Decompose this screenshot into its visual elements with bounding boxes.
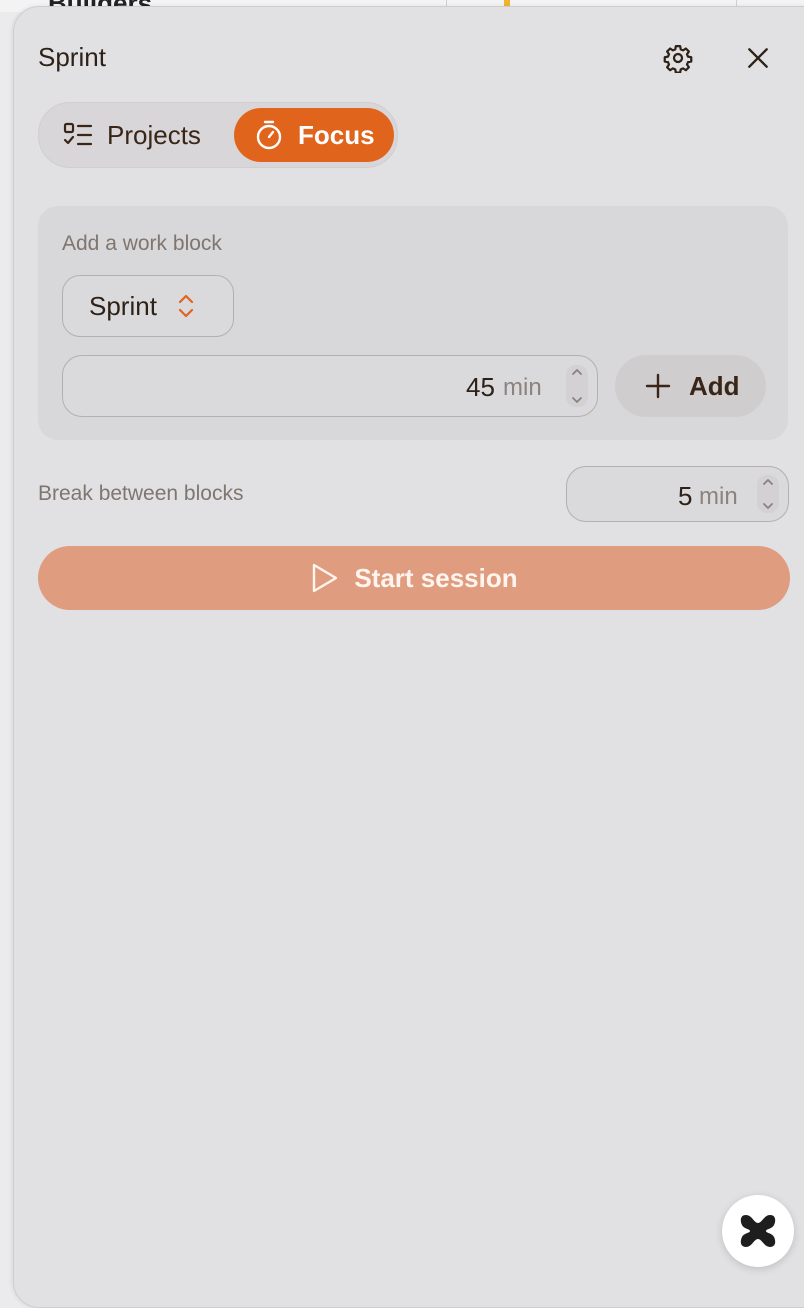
tab-projects-label: Projects: [107, 119, 201, 150]
chevron-up-icon: [763, 479, 773, 485]
break-value: 5: [678, 481, 693, 511]
block-type-select[interactable]: Sprint: [62, 275, 234, 337]
gear-icon: [663, 45, 693, 73]
plus-icon: [645, 373, 671, 399]
chevron-down-icon: [572, 397, 582, 403]
duration-unit: min: [503, 374, 542, 401]
duration-input[interactable]: 45 min: [62, 355, 598, 417]
checklist-icon: [63, 122, 93, 146]
duration-stepper[interactable]: [566, 365, 588, 407]
add-block-button[interactable]: Add: [615, 355, 766, 417]
add-block-label: Add: [689, 370, 740, 401]
floating-app-button[interactable]: [722, 1195, 794, 1267]
break-stepper[interactable]: [757, 475, 779, 513]
chevron-down-icon: [763, 503, 773, 509]
panel-title: Sprint: [38, 42, 106, 72]
chevron-up-down-icon: [178, 294, 194, 318]
block-type-value: Sprint: [89, 290, 157, 321]
settings-button[interactable]: [658, 38, 698, 78]
start-session-label: Start session: [354, 562, 518, 593]
chevron-up-icon: [572, 369, 582, 375]
break-label: Break between blocks: [38, 482, 244, 505]
app-logo-icon: [740, 1215, 776, 1247]
view-switcher: Projects Focus: [38, 102, 398, 168]
stopwatch-icon: [256, 120, 282, 150]
sprint-panel: [13, 6, 804, 1308]
tab-projects[interactable]: Projects: [45, 108, 229, 162]
duration-value: 45: [466, 372, 495, 402]
break-input[interactable]: 5 min: [566, 466, 789, 522]
start-session-button[interactable]: Start session: [38, 546, 790, 610]
work-block-label: Add a work block: [62, 232, 222, 255]
close-button[interactable]: [738, 38, 778, 78]
close-icon: [748, 48, 768, 68]
play-icon: [313, 563, 338, 593]
tab-focus[interactable]: Focus: [234, 108, 394, 162]
tab-focus-label: Focus: [298, 119, 375, 150]
break-unit: min: [699, 483, 738, 510]
